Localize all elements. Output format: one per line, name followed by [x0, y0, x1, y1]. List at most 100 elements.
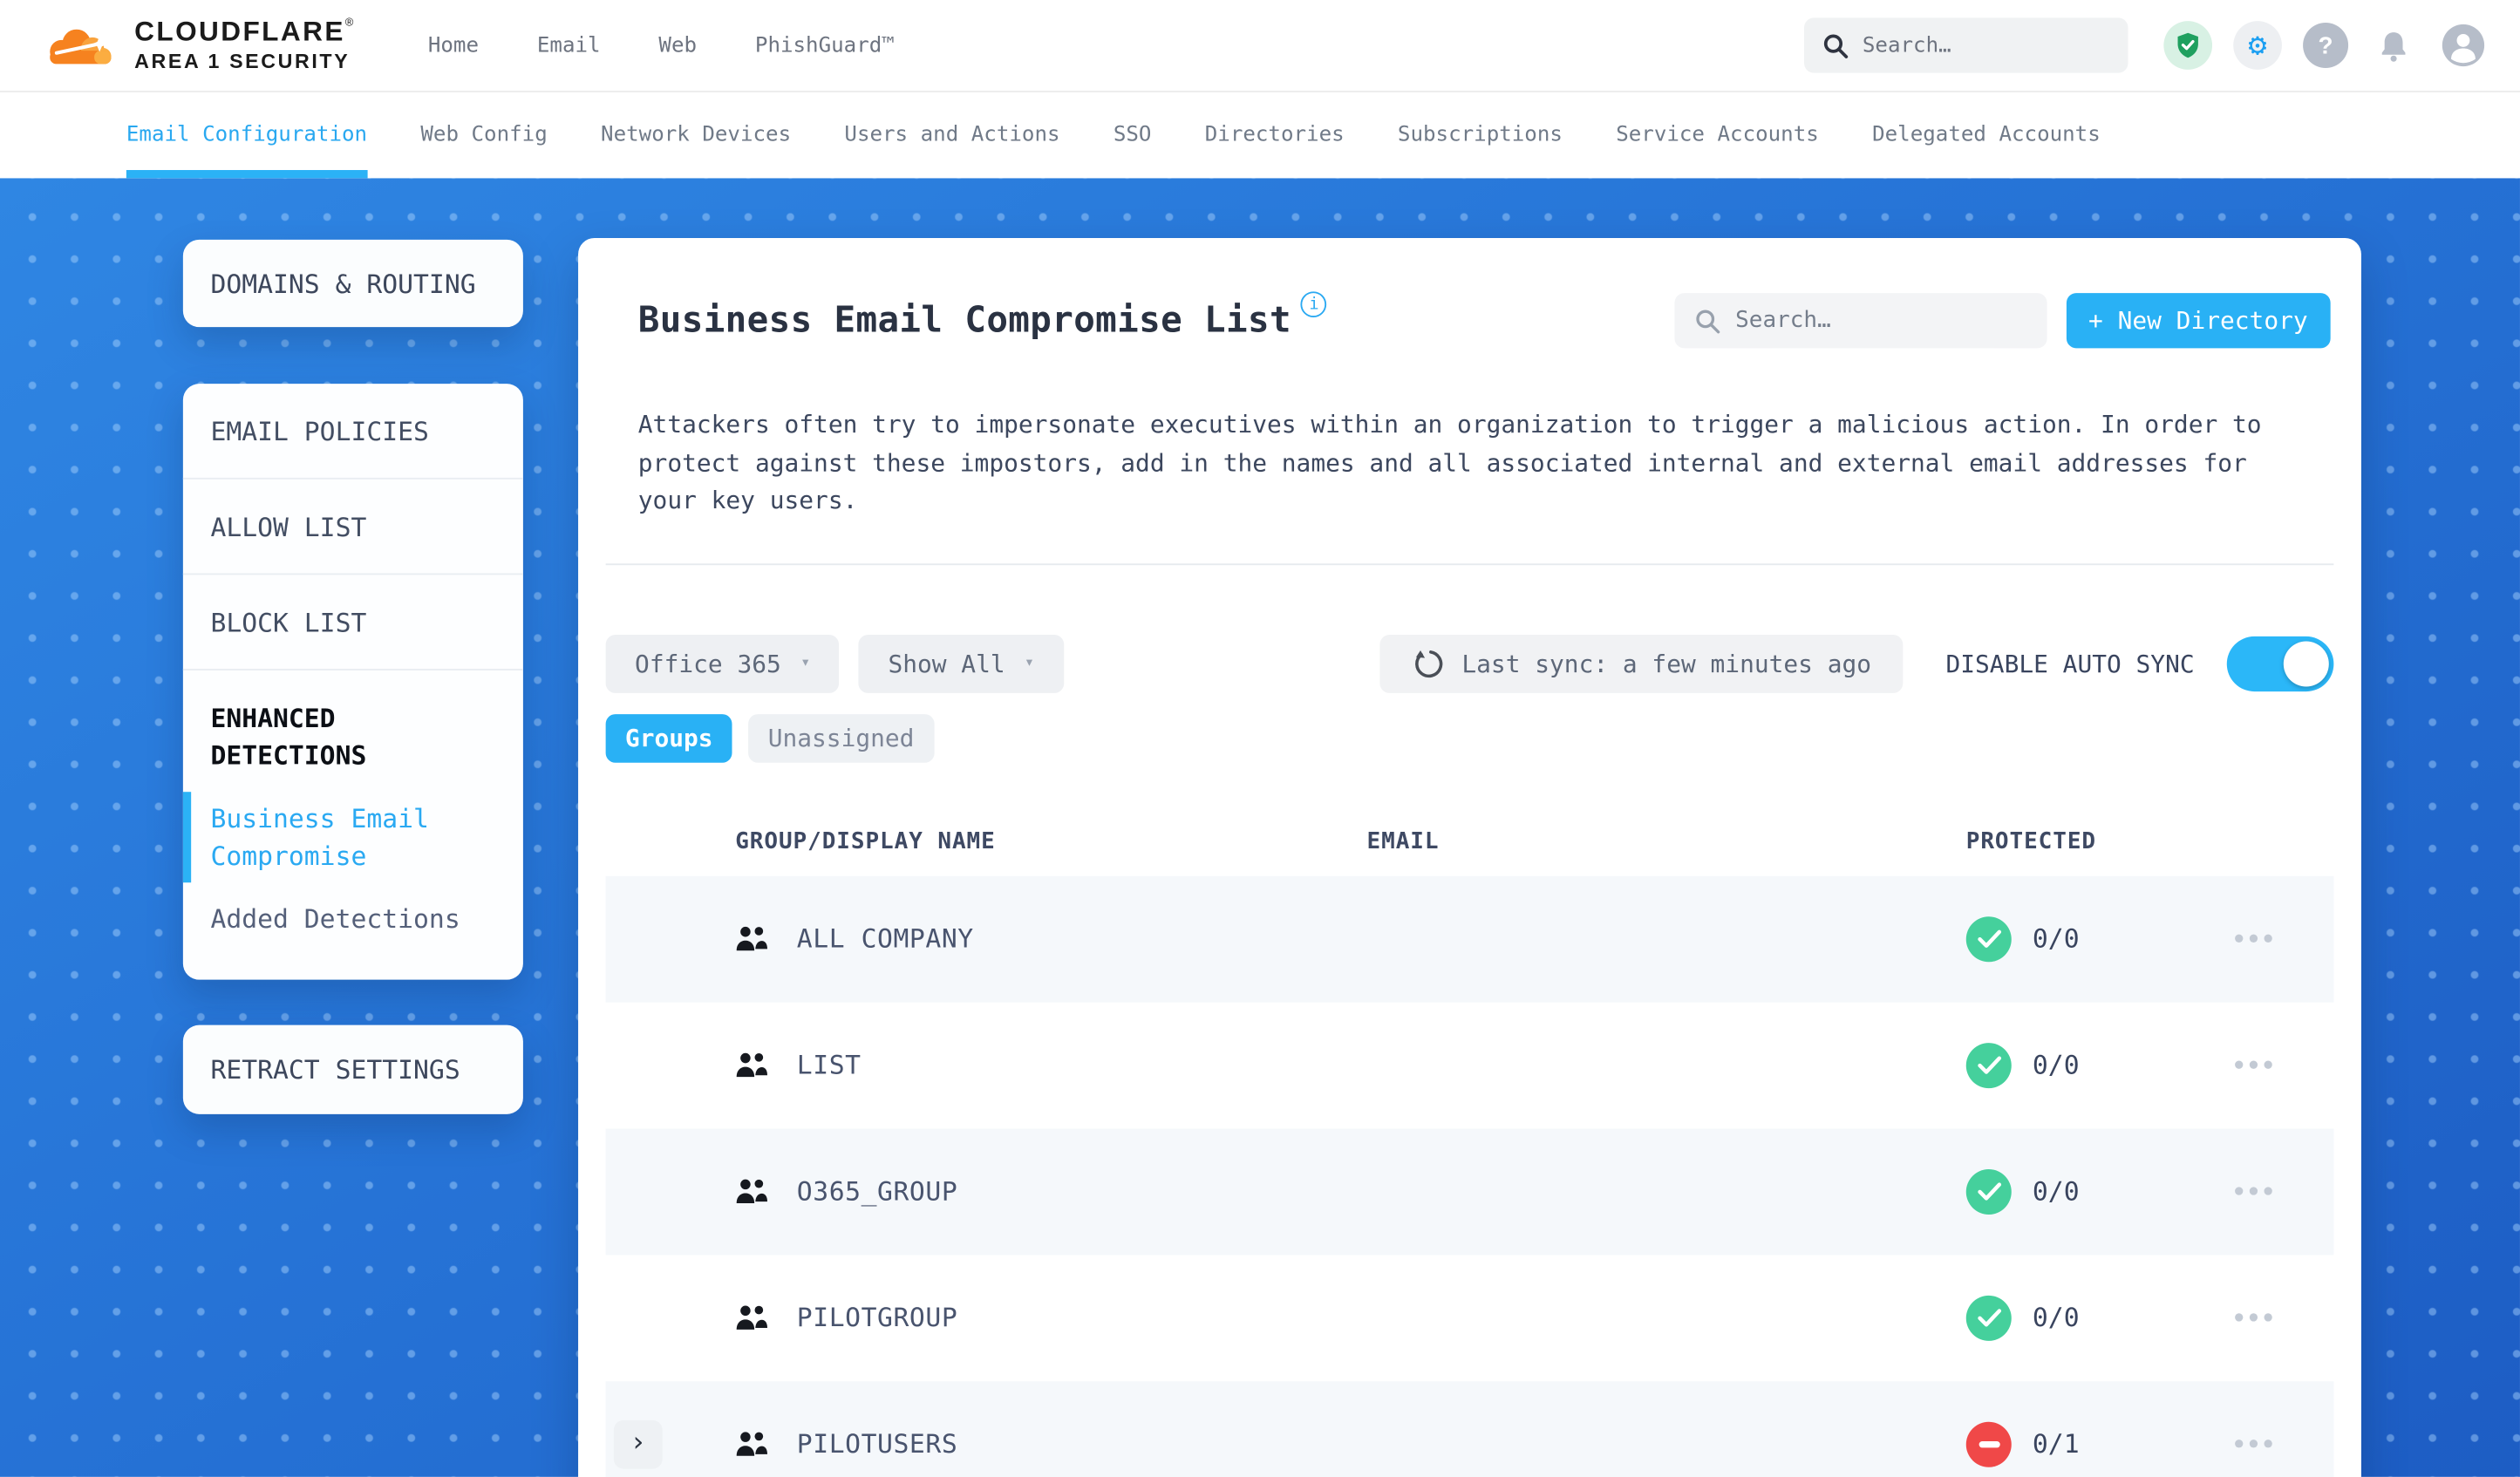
column-email: EMAIL — [1366, 828, 1440, 854]
group-name: LIST — [796, 1049, 862, 1080]
cloudflare-logo[interactable]: CLOUDFLARE® AREA 1 SECURITY — [44, 18, 353, 72]
list-search-input[interactable] — [1673, 293, 2047, 349]
divider — [605, 562, 2334, 565]
tab-web-config[interactable]: Web Config — [420, 92, 547, 178]
row-actions-menu[interactable] — [2212, 1187, 2333, 1195]
row-actions-menu[interactable] — [2212, 1060, 2333, 1069]
top-header: CLOUDFLARE® AREA 1 SECURITY Home Email W… — [0, 0, 2520, 92]
sidebar-item-block-list[interactable]: BLOCK LIST — [182, 575, 523, 670]
view-tabs: Groups Unassigned — [605, 713, 2334, 762]
check-icon — [1977, 1055, 2001, 1073]
protected-count: 0/1 — [2032, 1428, 2080, 1460]
show-filter-select[interactable]: Show All ▾ — [859, 634, 1064, 692]
protected-status-icon — [1965, 1294, 2012, 1340]
new-directory-button[interactable]: + New Directory — [2066, 293, 2331, 349]
nav-home[interactable]: Home — [428, 33, 479, 58]
bell-icon[interactable] — [2369, 21, 2418, 70]
sidebar-item-domains-routing[interactable]: DOMAINS & ROUTING — [182, 239, 523, 328]
toggle-knob — [2283, 640, 2329, 686]
logo-subtitle: AREA 1 SECURITY — [134, 51, 351, 74]
user-icon[interactable] — [2439, 21, 2488, 70]
chevron-right-icon: › — [630, 1426, 647, 1460]
filter-row: Office 365 ▾ Show All ▾ Last sync: a few… — [605, 634, 2334, 692]
cloudflare-cloud-icon — [50, 29, 112, 65]
enhanced-detections-title: ENHANCED DETECTIONS — [210, 703, 367, 772]
nav-web[interactable]: Web — [658, 33, 697, 58]
tab-subscriptions[interactable]: Subscriptions — [1398, 92, 1563, 178]
column-group-display-name: GROUP/DISPLAY NAME — [735, 828, 996, 854]
check-icon — [1977, 1308, 2001, 1326]
tab-users-and-actions[interactable]: Users and Actions — [844, 92, 1059, 178]
sidebar-policies-card: EMAIL POLICIES ALLOW LIST BLOCK LIST ENH… — [182, 384, 523, 980]
auto-sync-toggle[interactable] — [2226, 635, 2334, 691]
enhanced-detections-section: ENHANCED DETECTIONS Business Email Compr… — [182, 670, 523, 938]
screenshot-stage: CLOUDFLARE® AREA 1 SECURITY Home Email W… — [0, 0, 2520, 1477]
tab-unassigned[interactable]: Unassigned — [748, 713, 934, 762]
registered-mark: ® — [344, 17, 354, 30]
row-actions-menu[interactable] — [2212, 1440, 2333, 1448]
group-name: O365_GROUP — [796, 1175, 958, 1207]
info-icon[interactable]: i — [1301, 291, 1327, 318]
search-icon — [1823, 34, 1849, 58]
table-row: › PILOTUSERS 0/1 — [605, 1380, 2334, 1477]
global-search-input[interactable] — [1804, 17, 2128, 73]
title-row: Business Email Compromise List i + New D… — [637, 291, 2331, 349]
sidebar-item-allow-list[interactable]: ALLOW LIST — [182, 480, 523, 575]
refresh-icon — [1414, 650, 1442, 677]
row-expand-button[interactable]: › — [613, 1419, 663, 1468]
primary-nav: Home Email Web PhishGuard™ — [428, 33, 895, 58]
last-sync-button[interactable]: Last sync: a few minutes ago — [1379, 634, 1904, 692]
protected-count: 0/0 — [2032, 1175, 2080, 1207]
tab-directories[interactable]: Directories — [1205, 92, 1345, 178]
auto-sync-label: DISABLE AUTO SYNC — [1945, 648, 2195, 678]
list-search[interactable] — [1673, 293, 2047, 349]
protected-count: 0/0 — [2032, 922, 2080, 954]
group-name: PILOTUSERS — [796, 1428, 958, 1460]
protected-status-icon — [1965, 915, 2012, 962]
sidebar-item-retract-settings[interactable]: RETRACT SETTINGS — [182, 1024, 523, 1114]
description-text: Attackers often try to impersonate execu… — [637, 409, 2262, 515]
protected-status-icon — [1965, 1168, 2012, 1215]
sidebar-item-added-detections[interactable]: Added Detections — [210, 901, 495, 938]
protected-status-icon — [1965, 1042, 2012, 1088]
nav-phishguard[interactable]: PhishGuard™ — [755, 33, 895, 58]
tab-delegated-accounts[interactable]: Delegated Accounts — [1872, 92, 2101, 178]
check-icon — [1977, 929, 2001, 947]
chevron-down-icon: ▾ — [800, 654, 811, 672]
tab-email-configuration[interactable]: Email Configuration — [126, 92, 367, 179]
table-row: › O365_GROUP 0/0 — [605, 1127, 2334, 1255]
config-nav: Email Configuration Web Config Network D… — [0, 92, 2520, 179]
table-body: › ALL COMPANY 0/0 › — [605, 875, 2334, 1477]
row-actions-menu[interactable] — [2212, 934, 2333, 943]
chevron-down-icon: ▾ — [1024, 654, 1035, 672]
tab-service-accounts[interactable]: Service Accounts — [1616, 92, 1819, 178]
group-icon — [736, 1179, 767, 1203]
tab-sso[interactable]: SSO — [1114, 92, 1152, 178]
group-name: PILOTGROUP — [796, 1302, 958, 1333]
row-actions-menu[interactable] — [2212, 1313, 2333, 1322]
group-name: ALL COMPANY — [796, 922, 974, 954]
sidebar-item-email-policies[interactable]: EMAIL POLICIES — [182, 384, 523, 480]
nav-email[interactable]: Email — [537, 33, 601, 58]
tab-groups[interactable]: Groups — [605, 713, 732, 762]
directory-select[interactable]: Office 365 ▾ — [605, 634, 840, 692]
sidebar-item-business-email-compromise[interactable]: Business Email Compromise — [182, 792, 495, 883]
table-row: › PILOTGROUP 0/0 — [606, 1254, 2334, 1380]
minus-icon — [1978, 1440, 1999, 1447]
group-icon — [736, 926, 767, 951]
help-icon[interactable]: ? — [2303, 23, 2349, 69]
group-icon — [736, 1432, 767, 1456]
search-icon — [1695, 310, 1720, 334]
tab-network-devices[interactable]: Network Devices — [601, 92, 791, 178]
protected-count: 0/0 — [2032, 1302, 2080, 1333]
protected-count: 0/0 — [2032, 1049, 2080, 1080]
page-title: Business Email Compromise List — [637, 300, 1291, 341]
group-icon — [736, 1052, 767, 1078]
table-row: › LIST 0/0 — [606, 1002, 2334, 1128]
sidebar: DOMAINS & ROUTING EMAIL POLICIES ALLOW L… — [182, 239, 523, 1171]
table-header: GROUP/DISPLAY NAME EMAIL PROTECTED — [606, 807, 2334, 875]
global-search[interactable] — [1804, 17, 2128, 73]
check-icon — [1977, 1181, 2001, 1200]
shield-check-icon[interactable] — [2163, 21, 2213, 70]
gear-icon[interactable]: ⚙ — [2233, 21, 2282, 70]
